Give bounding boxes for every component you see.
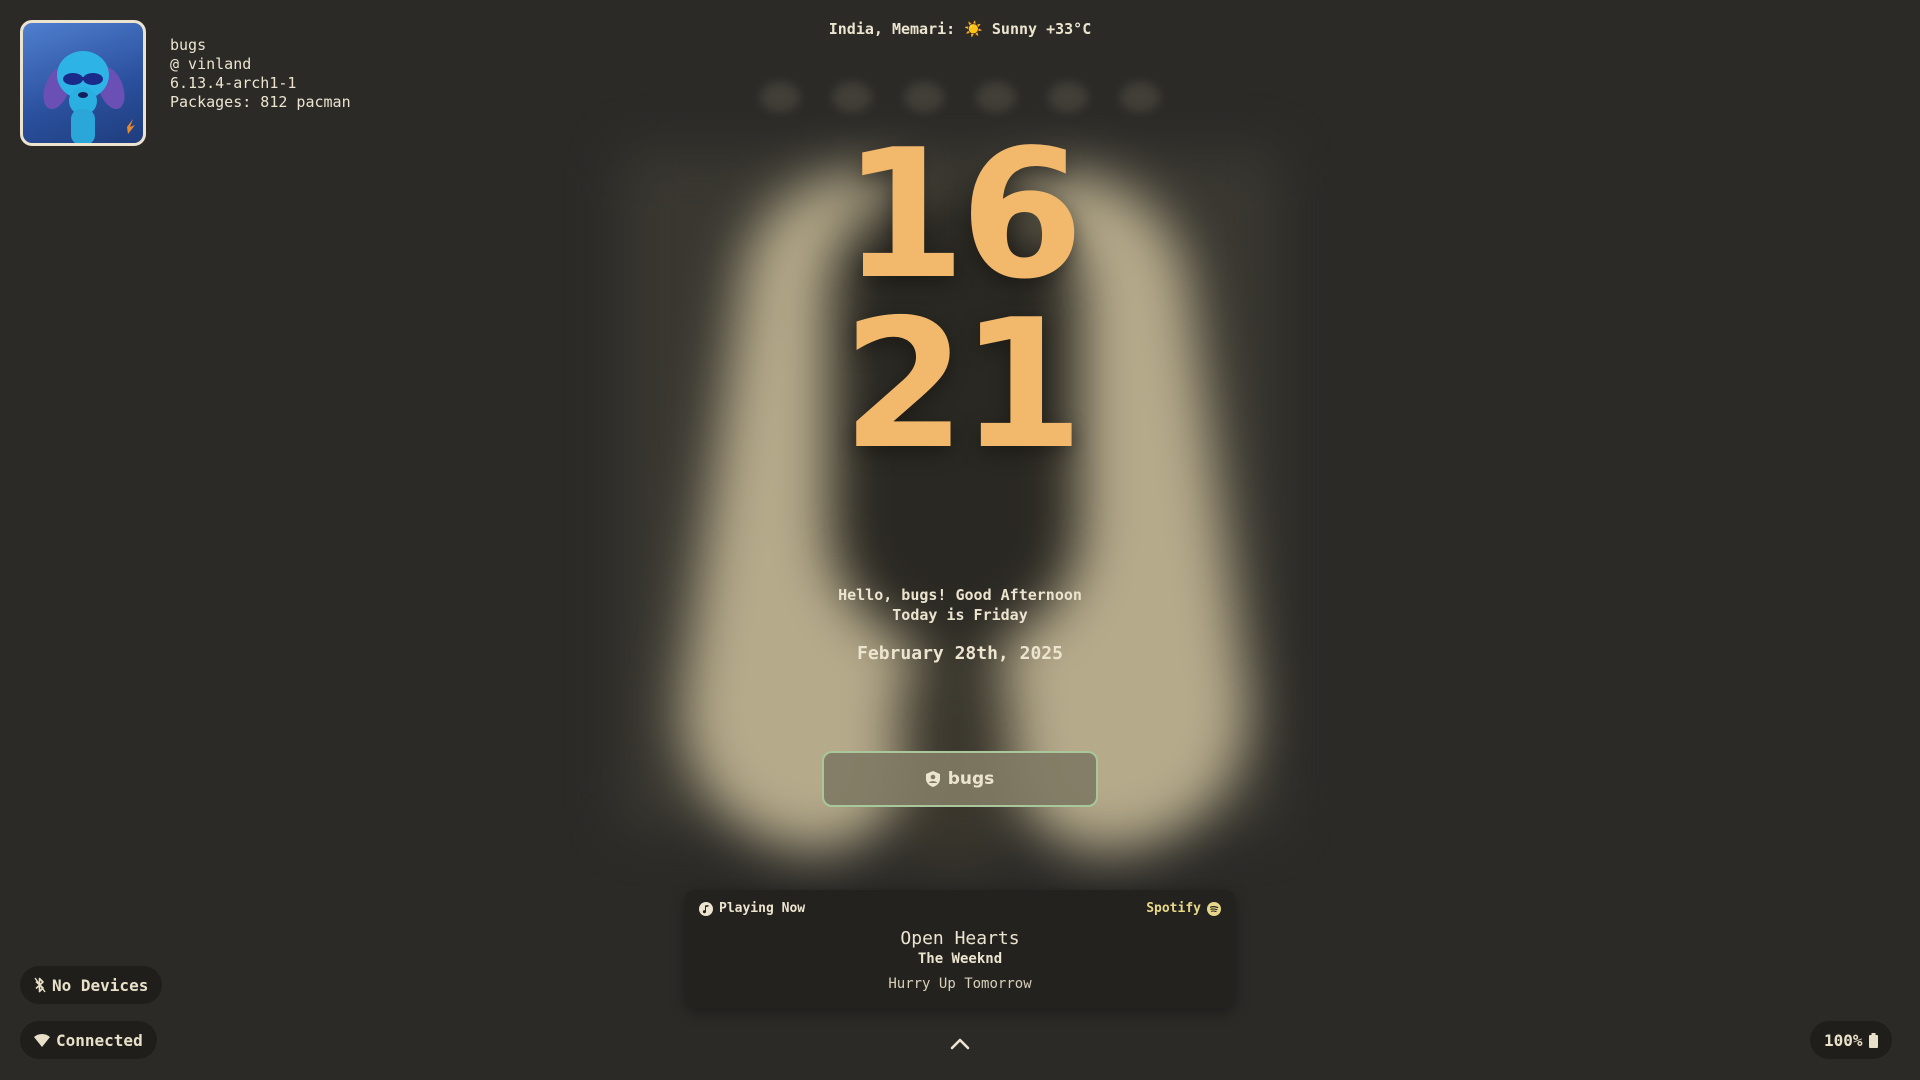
host-text: @ vinland [170,55,252,73]
media-status-label: Playing Now [719,901,806,916]
lock-screen: bugs @ vinland 6.13.4-arch1-1 Packages: … [0,0,1920,1080]
faded-icon [1048,82,1088,112]
bluetooth-off-icon [34,977,46,993]
system-info: bugs @ vinland 6.13.4-arch1-1 Packages: … [170,36,351,112]
user-shield-icon [925,771,940,787]
media-source-label: Spotify [1146,901,1201,916]
date-text: February 28th, 2025 [857,643,1063,664]
greeting: Hello, bugs! Good Afternoon Today is Fri… [0,585,1920,625]
weather-text: India, Memari: ☀️ Sunny +33°C [828,20,1092,38]
faded-icon [832,82,872,112]
user-login-button[interactable]: bugs [822,751,1098,807]
track-album: Hurry Up Tomorrow [888,976,1032,992]
clock: 16 21 [0,111,1920,488]
bluetooth-status[interactable]: No Devices [20,966,163,1004]
spotify-icon [1207,901,1221,916]
faded-icon [976,82,1016,112]
faded-icon [904,82,944,112]
media-status: Playing Now [699,901,805,916]
wifi-icon [34,1034,50,1047]
media-player-card[interactable]: Playing Now Spotify Open Hearts The Week… [685,890,1235,1008]
greeting-line: Hello, bugs! Good Afternoon [838,586,1082,604]
battery-status[interactable]: 100% [1810,1021,1892,1059]
clock-minutes: 21 [842,281,1084,488]
faded-icon [760,82,800,112]
packages-text: Packages: 812 pacman [170,93,351,111]
battery-full-icon [1868,1032,1878,1048]
media-source: Spotify [1146,901,1221,916]
music-note-icon [699,901,713,916]
day-line: Today is Friday [892,606,1028,624]
network-label: Connected [56,1030,143,1050]
faded-icon [1120,82,1160,112]
user-login-label: bugs [947,769,995,789]
bluetooth-label: No Devices [52,975,149,995]
username-text: bugs [170,36,207,54]
track-title: Open Hearts [900,928,1020,949]
dog-with-sunglasses-icon [43,51,135,143]
chevron-up-icon[interactable] [948,1034,972,1054]
faded-icon-row [760,82,1160,112]
kernel-text: 6.13.4-arch1-1 [170,74,297,92]
network-status[interactable]: Connected [20,1021,157,1059]
avatar [20,20,146,146]
track-artist: The Weeknd [917,951,1003,967]
clock-hours: 16 [842,111,1084,318]
battery-label: 100% [1824,1030,1863,1050]
